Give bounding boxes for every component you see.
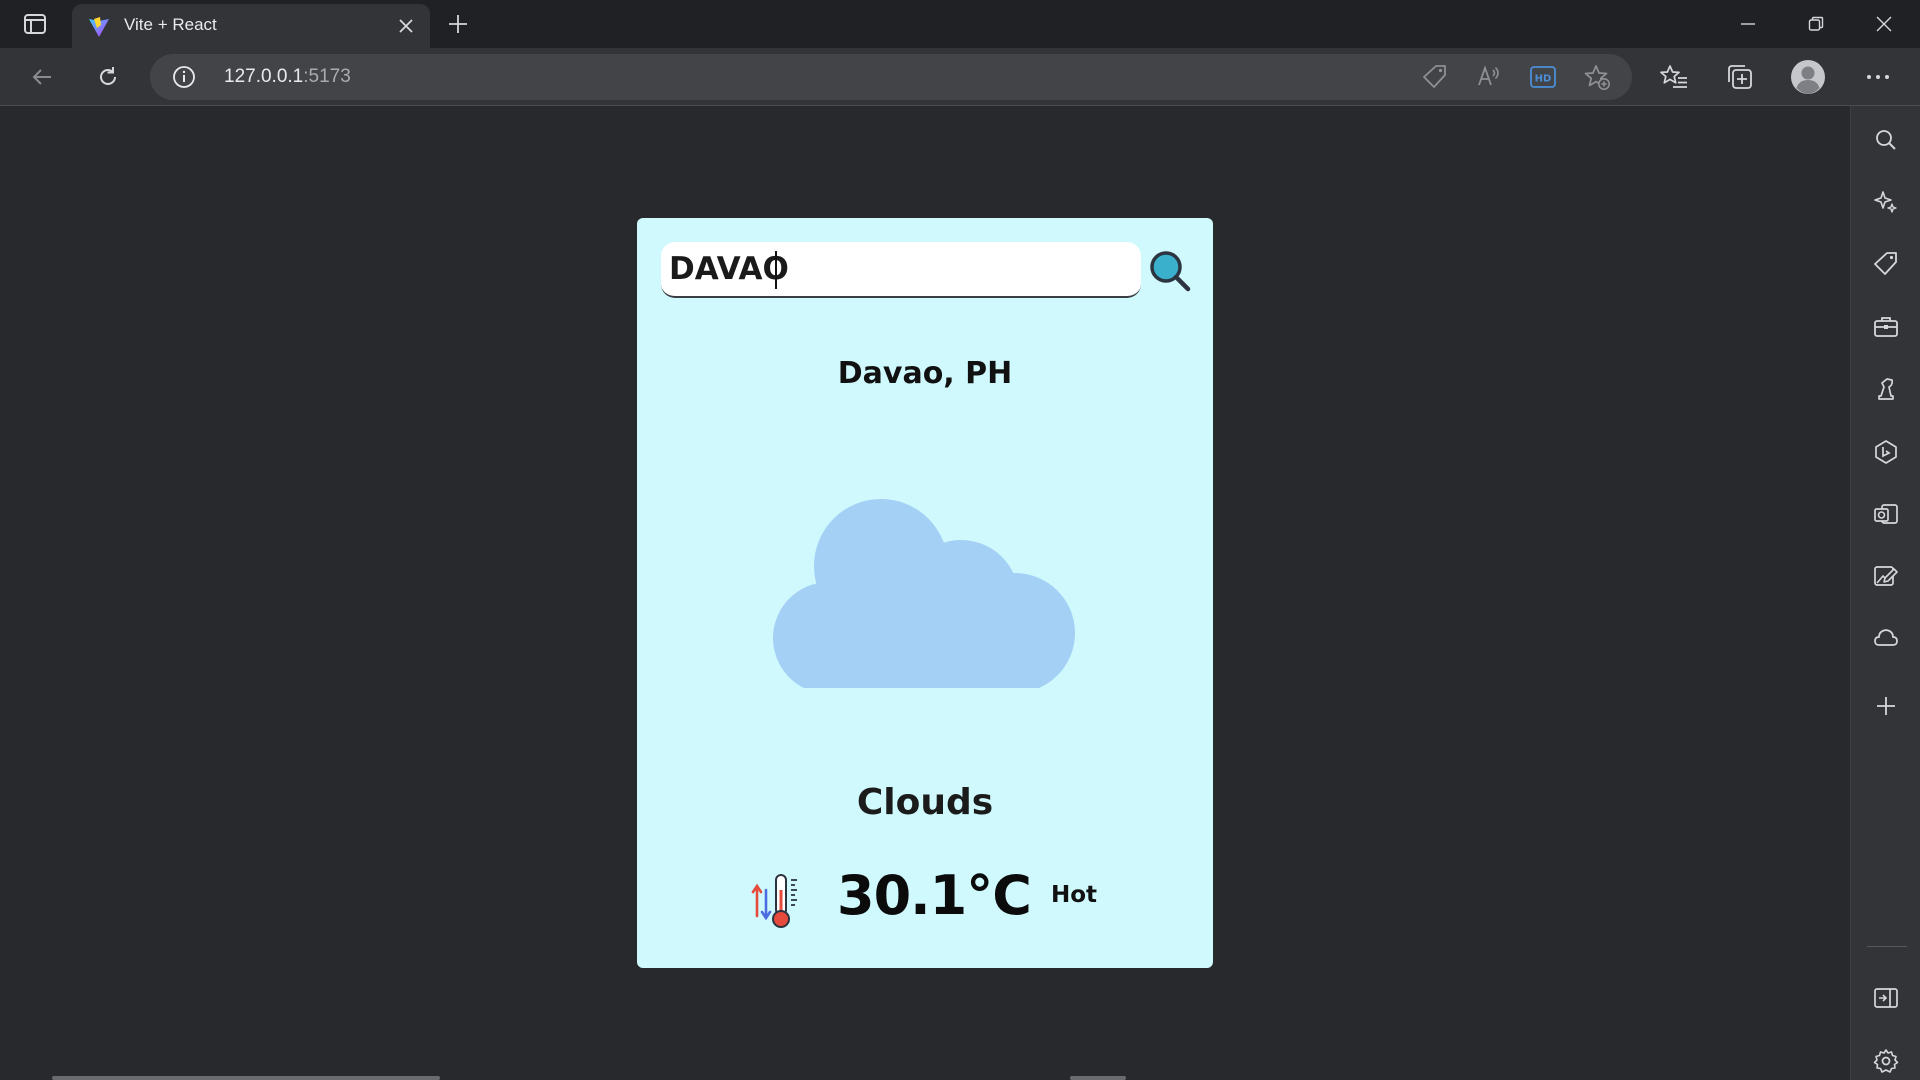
vite-logo-icon <box>89 17 109 37</box>
sidebar-search-button[interactable] <box>1868 122 1904 158</box>
hd-icon: HD <box>1530 66 1556 88</box>
thermometer-icon <box>751 874 797 928</box>
shopping-tag-icon <box>1874 252 1897 275</box>
url-host: 127.0.0.1 <box>224 66 304 87</box>
text-caret <box>775 251 777 289</box>
temperature-value: 30.1°C <box>837 864 1032 927</box>
minimize-button[interactable] <box>1714 0 1782 48</box>
sidebar-copilot-button[interactable] <box>1868 184 1904 220</box>
search-icon <box>1876 130 1896 150</box>
close-window-icon <box>1876 16 1892 32</box>
read-aloud-icon <box>1478 65 1499 86</box>
reload-button[interactable] <box>88 57 128 97</box>
sidebar-divider <box>1867 946 1907 947</box>
sidebar-designer-button[interactable] <box>1868 558 1904 594</box>
minimize-icon <box>1741 23 1755 25</box>
tab-actions-button[interactable] <box>14 8 56 40</box>
temperature-feel-label: Hot <box>1051 882 1098 908</box>
settings-more-button[interactable] <box>1858 57 1898 97</box>
sidebar-outlook-button[interactable] <box>1868 496 1904 532</box>
briefcase-icon <box>1874 317 1898 337</box>
city-name: Davao, PH <box>837 356 1013 391</box>
svg-text:HD: HD <box>1535 74 1552 85</box>
bing-icon <box>1875 440 1897 464</box>
favorites-icon <box>1660 65 1687 88</box>
star-plus-icon <box>1584 65 1610 90</box>
edge-sidebar <box>1850 106 1920 1080</box>
back-button[interactable] <box>22 57 62 97</box>
address-bar[interactable]: 127.0.0.1:5173 HD <box>150 54 1632 100</box>
city-search-input[interactable] <box>661 242 1141 298</box>
tag-icon <box>1423 65 1446 88</box>
restore-icon <box>1808 16 1824 31</box>
weather-condition: Clouds <box>856 782 994 823</box>
profile-avatar-icon <box>1791 60 1825 94</box>
horizontal-scrollbar-marker <box>1070 1076 1126 1080</box>
shopping-tag-button[interactable] <box>1418 61 1452 93</box>
cloud-upload-icon <box>1874 629 1898 646</box>
profile-button[interactable] <box>1788 57 1828 97</box>
horizontal-scrollbar-thumb[interactable] <box>52 1076 440 1080</box>
sparkle-icon <box>1874 191 1897 213</box>
url-text: 127.0.0.1:5173 <box>224 66 351 88</box>
back-arrow-icon <box>32 69 51 85</box>
search-icon <box>1150 251 1191 292</box>
close-icon <box>399 19 413 33</box>
video-enhance-button[interactable]: HD <box>1526 61 1560 93</box>
sidebar-add-button[interactable] <box>1868 688 1904 724</box>
weather-card: Davao, PH Clouds 30.1°C Hot <box>637 218 1213 968</box>
browser-toolbar: 127.0.0.1:5173 HD <box>0 48 1920 106</box>
more-dots-icon <box>1867 75 1889 79</box>
clouds-weather-icon <box>773 499 1075 688</box>
favorites-button[interactable] <box>1654 57 1694 97</box>
plus-icon <box>449 15 467 33</box>
image-edit-icon <box>1874 566 1898 586</box>
close-tab-button[interactable] <box>394 14 418 38</box>
sidebar-tools-button[interactable] <box>1868 309 1904 345</box>
sidebar-shopping-button[interactable] <box>1868 246 1904 282</box>
read-aloud-button[interactable] <box>1472 61 1506 93</box>
collections-button[interactable] <box>1720 57 1760 97</box>
outlook-icon <box>1874 504 1898 524</box>
hide-sidebar-icon <box>1874 988 1898 1008</box>
sidebar-drop-button[interactable] <box>1868 620 1904 656</box>
browser-tab[interactable]: Vite + React <box>72 4 430 48</box>
chess-piece-icon <box>1878 378 1894 400</box>
reload-icon <box>100 67 116 85</box>
close-window-button[interactable] <box>1850 0 1918 48</box>
tab-strip: Vite + React <box>0 0 1920 48</box>
search-button[interactable] <box>1143 244 1197 298</box>
tab-title: Vite + React <box>124 15 217 34</box>
sidebar-hide-button[interactable] <box>1868 980 1904 1016</box>
sidebar-games-button[interactable] <box>1868 371 1904 407</box>
sidebar-settings-button[interactable] <box>1868 1043 1904 1079</box>
add-favorite-button[interactable] <box>1580 61 1614 93</box>
sidebar-bing-button[interactable] <box>1868 434 1904 470</box>
gear-icon <box>1873 1049 1899 1073</box>
url-port: :5173 <box>303 66 351 87</box>
new-tab-button[interactable] <box>442 8 474 40</box>
plus-icon <box>1877 697 1895 715</box>
site-info-icon[interactable] <box>172 65 196 89</box>
collections-icon <box>1728 65 1752 89</box>
tab-actions-icon <box>24 14 46 34</box>
restore-button[interactable] <box>1782 0 1850 48</box>
